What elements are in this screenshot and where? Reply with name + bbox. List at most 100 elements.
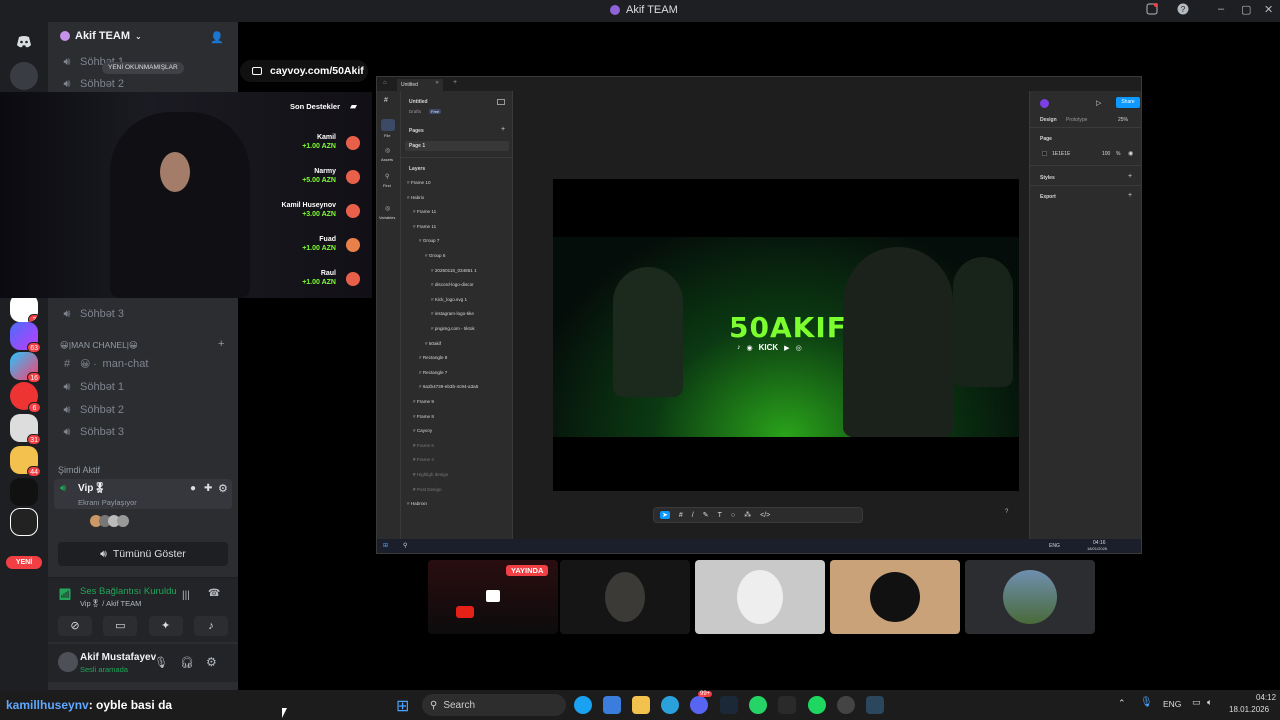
minimize-button[interactable]: – (1218, 3, 1224, 15)
layer-item[interactable]: # instagram-logo-tike (431, 311, 474, 316)
new-unread-pill[interactable]: YENİ (6, 556, 42, 569)
file-name[interactable]: Untitled (409, 99, 428, 105)
tray-mic-icon[interactable]: 🎙︎ (1140, 697, 1153, 708)
activities-icon[interactable]: ✦ (148, 616, 183, 636)
noise-suppression-icon[interactable]: ||| (182, 590, 190, 601)
stream-tile-live[interactable]: YAYINDA (428, 560, 558, 634)
camera-off-icon[interactable]: ⊘ (58, 616, 92, 636)
user-name[interactable]: Akif Mustafayev (80, 652, 156, 663)
panel-toggle-icon[interactable] (497, 99, 505, 105)
clock-date[interactable]: 18.01.2026 (1229, 705, 1269, 714)
screen-share-icon[interactable]: ▭ (103, 616, 138, 636)
move-tool-icon[interactable]: ➤ (660, 511, 670, 519)
close-button[interactable]: ✕ (1264, 3, 1273, 16)
layer-item[interactable]: # Rectangle 8 (419, 355, 447, 360)
chrome-icon[interactable] (837, 696, 855, 714)
disconnect-icon[interactable]: ☎︎ (208, 588, 220, 599)
participant-tile-2[interactable] (695, 560, 825, 634)
epic-games-icon[interactable] (778, 696, 796, 714)
server-icon-4[interactable]: 6 (10, 382, 41, 413)
layer-item[interactable]: # 50akif (425, 341, 441, 346)
server-header[interactable]: Akif TEAM ⌄ (60, 30, 142, 42)
close-tab-icon[interactable]: ✕ (435, 80, 439, 86)
zoom-level[interactable]: 25% (1118, 117, 1128, 123)
voice-channel-list-1[interactable]: 🔊︎ Söhbət 1 (56, 377, 232, 397)
assets-icon[interactable]: ◎ (385, 147, 390, 154)
layer-item[interactable]: # Frame 8 (413, 414, 434, 419)
add-export-icon[interactable]: + (1128, 192, 1132, 199)
server-icon-s[interactable] (10, 508, 38, 536)
layer-item[interactable]: # 6a2b4739-eb3b-4c94-a3a5 (419, 384, 478, 389)
layer-item[interactable]: # Post Design (413, 487, 442, 492)
invite-people-icon[interactable]: 👤 (210, 31, 224, 44)
maximize-button[interactable]: ▢ (1241, 3, 1251, 16)
present-icon[interactable]: ▷ (1096, 99, 1101, 107)
layer-item[interactable]: # Group 6 (425, 253, 445, 258)
variables-icon[interactable]: ◎ (385, 205, 390, 212)
user-settings-gear-icon[interactable]: ⚙ (206, 655, 217, 669)
figma-menu-icon[interactable]: # (384, 97, 388, 104)
store-icon[interactable] (603, 696, 621, 714)
find-icon[interactable]: ⚲ (385, 173, 389, 180)
user-avatar[interactable] (1040, 99, 1049, 108)
voice-channel-sohbet-3[interactable]: 🔊︎ Söhbət 3 (56, 304, 232, 324)
server-icon-hazemp[interactable] (10, 478, 38, 506)
layer-item[interactable]: # Habrix (407, 195, 424, 200)
file-icon[interactable] (381, 119, 395, 131)
steam-icon[interactable] (720, 696, 738, 714)
voice-channel-sohbet-2[interactable]: 🔊︎ Söhbət 2 (56, 74, 232, 94)
steam-2-icon[interactable] (866, 696, 884, 714)
language-indicator[interactable]: ENG (1163, 699, 1181, 709)
server-icon-5[interactable]: 31 (10, 414, 41, 445)
add-friend-icon[interactable]: ✚ (204, 483, 212, 494)
add-style-icon[interactable]: + (1128, 173, 1132, 180)
page-color-swatch[interactable] (1042, 151, 1047, 156)
clock-time[interactable]: 04:12 (1256, 693, 1276, 702)
microphone-icon[interactable]: 🎙︎ (154, 656, 168, 669)
chat-bubble-icon[interactable]: ● (190, 483, 196, 494)
layer-item[interactable]: # Frame 11 (413, 224, 436, 229)
layer-item[interactable]: # Frame 11 (413, 209, 436, 214)
server-icon-2[interactable]: 63 (10, 322, 41, 353)
layer-item[interactable]: # Cayvoy (413, 428, 432, 433)
pen-tool-icon[interactable]: ✎ (703, 511, 709, 519)
help-icon[interactable]: ? (1177, 3, 1189, 18)
new-tab-icon[interactable]: + (453, 79, 457, 86)
voice-channel-list-3[interactable]: 🔊︎ Söhbət 3 (56, 422, 232, 442)
discord-taskbar-icon[interactable]: 99+ (690, 691, 713, 714)
layer-item[interactable]: # Highligh design (413, 472, 448, 477)
layer-item[interactable]: # Habrıxn (407, 501, 427, 506)
edge-icon[interactable] (574, 696, 592, 714)
frame-habrix[interactable]: 50AKIF ♪ ◉ KICK ▶ ◎ (553, 179, 1019, 491)
text-tool-icon[interactable]: T (718, 512, 722, 519)
figma-canvas[interactable]: 50AKIF ♪ ◉ KICK ▶ ◎ ➤ # / ✎ T ○ ⁂ </> ? (513, 91, 1029, 539)
dm-avatar[interactable] (10, 62, 38, 90)
participant-tile-3[interactable] (830, 560, 960, 634)
whatsapp-icon[interactable] (749, 696, 767, 714)
layer-item[interactable]: # Group 7 (419, 238, 439, 243)
show-all-button[interactable]: 🔊︎ Tümünü Göster (58, 542, 228, 566)
page-1-item[interactable]: Page 1 (405, 141, 509, 151)
layer-item[interactable]: # discord-logo-discor (431, 282, 474, 287)
volume-icon[interactable]: 🔈︎ (1207, 697, 1212, 708)
participant-tile-1[interactable] (560, 560, 690, 634)
server-icon-6[interactable]: 44 (10, 446, 41, 477)
actions-icon[interactable]: ⁂ (744, 511, 751, 519)
headphones-icon[interactable]: 🎧︎ (180, 656, 194, 669)
discord-home-icon[interactable] (10, 28, 38, 56)
help-icon[interactable]: ? (1005, 509, 1008, 515)
explorer-icon[interactable] (632, 696, 650, 714)
soundboard-icon[interactable]: ♪ (193, 616, 228, 636)
layer-item[interactable]: # Frame 9 (413, 399, 434, 404)
layer-item[interactable]: # pngimg.com - tiktok (431, 326, 475, 331)
tab-prototype[interactable]: Prototype (1066, 117, 1087, 123)
layer-item[interactable]: # Frame 6 (413, 443, 434, 448)
layer-item[interactable]: # 20260118_034851 1 (431, 268, 477, 273)
dev-mode-icon[interactable]: </> (760, 512, 770, 519)
tray-chevron-icon[interactable]: ⌃ (1118, 698, 1126, 709)
layer-item[interactable]: # Rectangle 7 (419, 370, 447, 375)
server-icon-kio[interactable]: 3 (10, 294, 38, 322)
add-page-icon[interactable]: + (501, 126, 505, 133)
layer-item[interactable]: # Kick_logo.svg 1 (431, 297, 467, 302)
line-tool-icon[interactable]: / (692, 512, 694, 519)
